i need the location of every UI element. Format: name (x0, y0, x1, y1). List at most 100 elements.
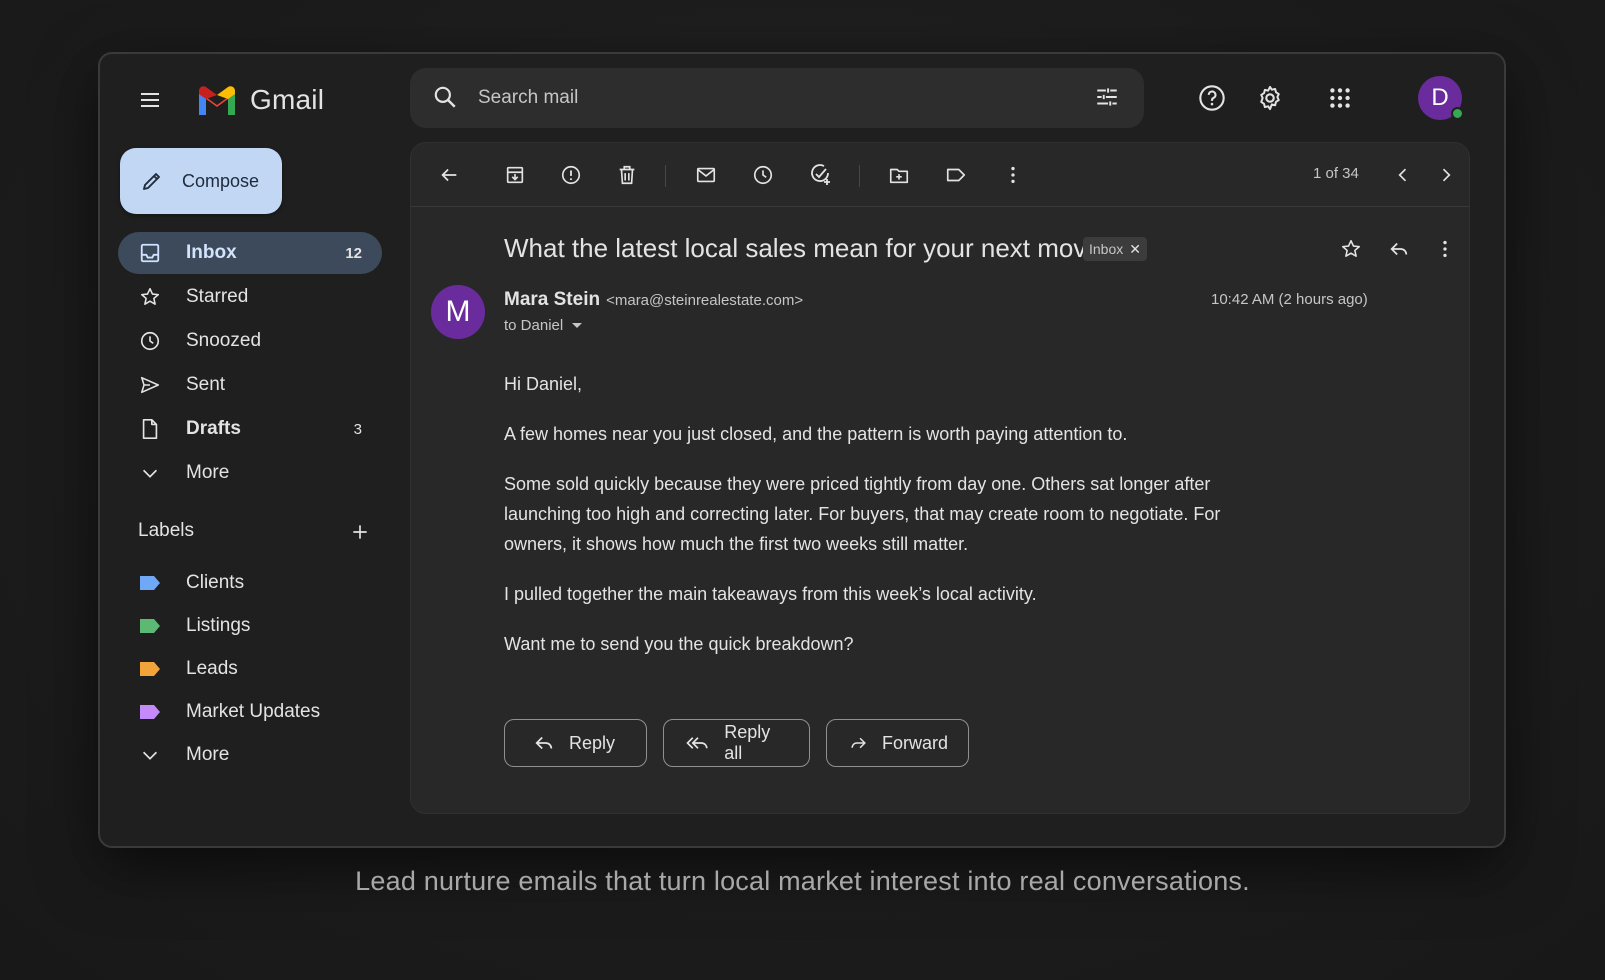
reply-button[interactable]: Reply (504, 719, 647, 767)
sidebar-item-label: Inbox (186, 242, 237, 263)
sender-line: Mara Stein <mara@steinrealestate.com> (504, 289, 803, 311)
recipient-text: to Daniel (504, 317, 564, 334)
archive-icon[interactable] (497, 157, 533, 193)
reply-actions: Reply Reply all Forward (504, 719, 969, 767)
chevron-left-icon[interactable] (1385, 157, 1421, 193)
move-to-folder-icon[interactable] (881, 157, 917, 193)
sidebar-item-label: Snoozed (186, 330, 262, 351)
chip-label: Inbox (1089, 241, 1124, 257)
sidebar-item-sent[interactable]: Sent (118, 364, 382, 406)
label-name: More (186, 744, 230, 765)
help-icon[interactable] (1192, 78, 1232, 118)
label-name: Clients (186, 572, 245, 593)
hamburger-icon (141, 93, 159, 107)
main-menu-button[interactable] (130, 80, 170, 120)
apps-grid-icon[interactable] (1320, 78, 1360, 118)
toolbar-divider (859, 165, 860, 187)
search-input[interactable] (478, 82, 1058, 114)
reply-label: Reply (569, 732, 616, 753)
inbox-icon (138, 241, 162, 265)
star-icon (138, 285, 162, 309)
body-paragraph: Some sold quickly because they were pric… (504, 474, 1221, 554)
sidebar-item-label: Sent (186, 374, 226, 395)
body-paragraph: Want me to send you the quick breakdown? (504, 634, 854, 654)
label-item-market-updates[interactable]: Market Updates (118, 691, 382, 733)
reply-all-icon (686, 737, 708, 749)
labels-more[interactable]: More (118, 734, 382, 776)
label-name: Market Updates (186, 701, 321, 722)
label-icon[interactable] (938, 157, 974, 193)
recipient-details[interactable]: to Daniel (504, 317, 583, 334)
reply-all-label: Reply all (724, 722, 771, 763)
label-tag-icon (138, 700, 162, 724)
sender-initial: M (445, 295, 471, 328)
label-item-clients[interactable]: Clients (118, 562, 382, 604)
email-subject: What the latest local sales mean for you… (504, 233, 1101, 263)
sidebar-item-label: More (186, 462, 230, 483)
remove-label-icon[interactable]: ✕ (1129, 241, 1141, 258)
search-icon[interactable] (432, 84, 458, 115)
forward-label: Forward (881, 732, 948, 753)
gmail-logo[interactable]: Gmail (196, 80, 324, 120)
draft-icon (138, 417, 162, 441)
add-to-tasks-icon[interactable] (802, 157, 838, 193)
pencil-icon (143, 173, 160, 190)
sender-name[interactable]: Mara Stein (504, 289, 600, 310)
label-tag-icon (138, 657, 162, 681)
label-tag-icon (138, 614, 162, 638)
reply-icon (535, 736, 553, 750)
chevron-right-icon[interactable] (1428, 157, 1464, 193)
label-tag-icon (138, 571, 162, 595)
sender-email: <mara@steinrealestate.com> (606, 292, 804, 309)
back-arrow-icon[interactable] (431, 157, 467, 193)
mark-unread-icon[interactable] (688, 157, 724, 193)
sidebar-item-starred[interactable]: Starred (118, 276, 382, 318)
drafts-count: 3 (353, 420, 362, 438)
reply-all-button[interactable]: Reply all (663, 719, 810, 767)
body-paragraph: Hi Daniel, (504, 374, 583, 394)
reply-arrow-icon[interactable] (1381, 231, 1417, 267)
labels-list: Clients Listings Leads Market Updates Mo… (118, 562, 382, 777)
account-initial: D (1431, 84, 1449, 111)
clock-icon (138, 329, 162, 353)
snooze-clock-icon[interactable] (745, 157, 781, 193)
label-name: Leads (186, 658, 238, 679)
report-spam-icon[interactable] (553, 157, 589, 193)
chevron-down-icon (138, 461, 162, 485)
gmail-m-icon (199, 86, 235, 115)
body-paragraph: I pulled together the main takeaways fro… (504, 584, 1037, 604)
search-options-icon[interactable] (1094, 84, 1120, 115)
sidebar-item-drafts[interactable]: Drafts 3 (118, 408, 382, 450)
delete-trash-icon[interactable] (609, 157, 645, 193)
sidebar-item-more[interactable]: More (118, 452, 382, 494)
gmail-window: Gmail D Compose Inbox 12 (98, 52, 1506, 848)
forward-button[interactable]: Forward (826, 719, 969, 767)
body-paragraph: A few homes near you just closed, and th… (504, 424, 1128, 444)
caret-down-icon (572, 322, 583, 328)
message-more-icon[interactable] (1427, 231, 1463, 267)
sidebar-item-snoozed[interactable]: Snoozed (118, 320, 382, 362)
pagination-text: 1 of 34 (1313, 165, 1359, 182)
app-title: Gmail (250, 84, 325, 115)
send-icon (138, 373, 162, 397)
email-pane: 1 of 34 What the latest local sales mean… (410, 142, 1470, 814)
sidebar-nav: Inbox 12 Starred Snoozed Sent Drafts 3 M… (118, 232, 382, 496)
sidebar-item-label: Starred (186, 286, 249, 307)
compose-label: Compose (182, 170, 260, 191)
sender-avatar[interactable]: M (431, 285, 485, 339)
label-item-leads[interactable]: Leads (118, 648, 382, 690)
label-item-listings[interactable]: Listings (118, 605, 382, 647)
email-toolbar: 1 of 34 (411, 143, 1469, 207)
settings-gear-icon[interactable] (1250, 78, 1290, 118)
label-name: Listings (186, 615, 251, 636)
add-label-icon[interactable] (346, 518, 374, 546)
account-avatar[interactable]: D (1418, 76, 1464, 120)
search-bar[interactable] (410, 68, 1144, 128)
online-status-dot (1451, 107, 1464, 120)
compose-button[interactable]: Compose (120, 148, 282, 214)
sidebar-item-inbox[interactable]: Inbox 12 (118, 232, 382, 274)
star-message-icon[interactable] (1333, 231, 1369, 267)
marketing-tagline: Lead nurture emails that turn local mark… (355, 866, 1250, 896)
more-vertical-icon[interactable] (995, 157, 1031, 193)
chevron-down-icon (138, 743, 162, 767)
